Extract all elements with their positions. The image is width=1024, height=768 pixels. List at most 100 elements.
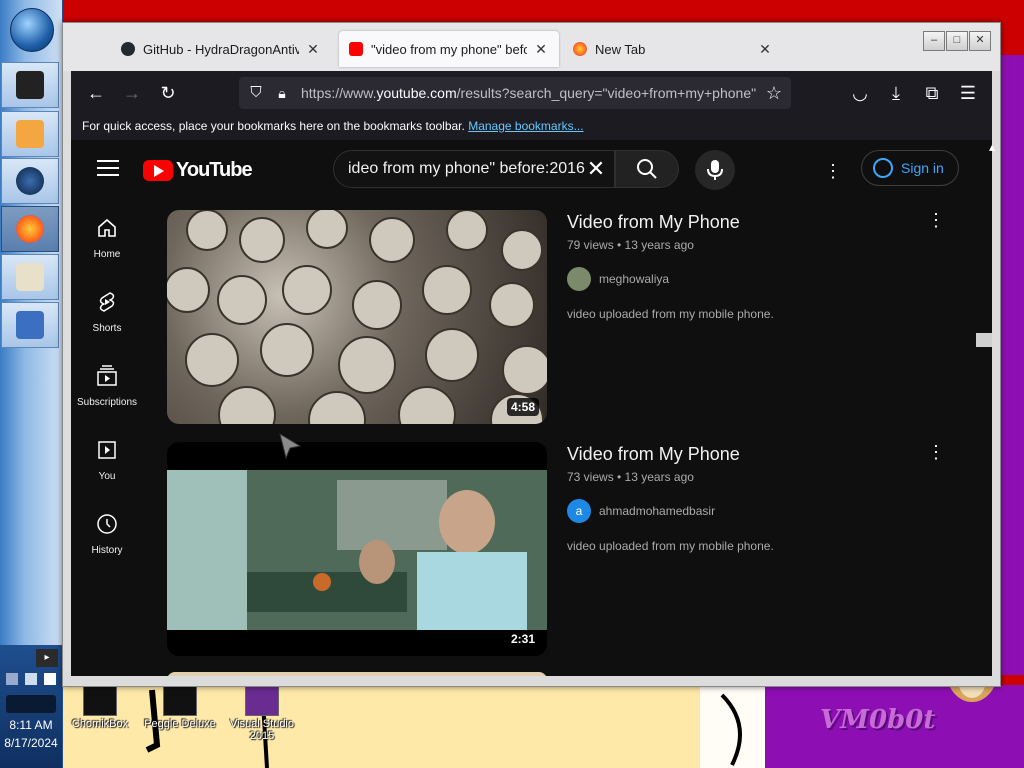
taskbar-firefox-button[interactable] (1, 206, 59, 252)
peggle-icon (163, 686, 197, 716)
desktop-icon-chomikbox[interactable]: ChomikBox (60, 686, 140, 730)
tab-title: GitHub - HydraDragonAntivirus (143, 41, 299, 57)
youtube-sidebar: Home Shorts Subscriptions You History (71, 202, 143, 676)
video-duration: 2:31 (506, 630, 539, 648)
back-arrow-icon[interactable]: ← (85, 82, 107, 104)
close-tab-icon[interactable]: ✕ (757, 41, 773, 58)
sign-in-label: Sign in (901, 160, 944, 176)
hamburger-menu-icon[interactable] (97, 160, 119, 178)
sidebar-item-label: Subscriptions (76, 397, 138, 408)
taskbar-media-player-button[interactable] (1, 111, 59, 157)
forward-arrow-icon[interactable]: → (121, 82, 143, 104)
home-icon (98, 218, 116, 237)
taskbar-remote-desktop-button[interactable] (1, 302, 59, 348)
youtube-logo-text: YouTube (176, 158, 253, 181)
taskbar-globe-button[interactable] (1, 158, 59, 204)
desktop-icon-peggle[interactable]: Peggle Deluxe (140, 686, 220, 730)
desktop-wallpaper-purple-strip (1000, 55, 1024, 675)
close-tab-icon[interactable]: ✕ (533, 41, 549, 58)
sign-in-button[interactable]: Sign in (861, 150, 959, 186)
voice-search-button[interactable] (695, 150, 735, 190)
app-menu-icon[interactable]: ☰ (957, 82, 979, 104)
taskbar: ▸ 8:11 AM 8/17/2024 (0, 0, 63, 768)
sidebar-item-you[interactable]: You (71, 424, 143, 498)
lock-icon[interactable]: 🔒︎ (271, 82, 293, 104)
video-result[interactable]: 2:31 Video from My Phone 73 views • 13 y… (167, 442, 992, 658)
tray-status-icon[interactable] (6, 695, 56, 713)
sidebar-item-home[interactable]: Home (71, 202, 143, 276)
desktop-icon-label: Peggle Deluxe (144, 718, 216, 730)
close-tab-icon[interactable]: ✕ (305, 41, 321, 58)
taskbar-paint-button[interactable] (1, 254, 59, 300)
firefox-icon (16, 215, 44, 243)
video-meta: 79 views • 13 years ago (567, 238, 694, 252)
power-icon[interactable] (44, 673, 57, 685)
video-result[interactable]: 4:58 Video from My Phone 79 views • 13 y… (167, 210, 992, 426)
tab-title: New Tab (595, 41, 646, 57)
sidebar-item-shorts[interactable]: Shorts (71, 276, 143, 350)
video-description: video uploaded from my mobile phone. (567, 307, 774, 321)
video-thumbnail[interactable]: 4:58 (167, 210, 547, 424)
video-channel[interactable]: a ahmadmohamedbasir (567, 499, 715, 523)
video-title[interactable]: Video from My Phone (567, 444, 740, 465)
close-window-button[interactable]: ✕ (969, 31, 991, 51)
paint-palette-icon (16, 263, 44, 291)
sidebar-item-history[interactable]: History (71, 498, 143, 572)
channel-name[interactable]: meghowaliya (599, 272, 669, 286)
pocket-icon[interactable]: ◡ (849, 82, 871, 104)
browser-window: GitHub - HydraDragonAntivirus ✕ "video f… (62, 22, 1001, 687)
sidebar-item-subscriptions[interactable]: Subscriptions (71, 350, 143, 424)
page-scrollbar-thumb[interactable] (976, 333, 992, 347)
video-thumbnail[interactable]: 2:31 (167, 442, 547, 656)
tab-youtube-search[interactable]: "video from my phone" before:2016 ✕ (339, 31, 559, 67)
maximize-button[interactable]: □ (946, 31, 968, 51)
tab-github[interactable]: GitHub - HydraDragonAntivirus ✕ (111, 31, 331, 67)
start-button[interactable] (10, 8, 54, 52)
youtube-page: YouTube ideo from my phone" before:2016 … (71, 140, 992, 676)
url-text[interactable]: https://www.youtube.com/results?search_q… (301, 85, 756, 101)
video-thumbnail-partial[interactable] (167, 672, 547, 676)
sidebar-item-label: Home (93, 249, 121, 260)
tray-icons (6, 673, 58, 689)
video-options-icon[interactable]: ⋮ (927, 442, 945, 462)
video-description: video uploaded from my mobile phone. (567, 539, 774, 553)
manage-bookmarks-link[interactable]: Manage bookmarks... (468, 119, 583, 133)
address-bar[interactable]: ⛉ 🔒︎ https://www.youtube.com/results?sea… (239, 77, 791, 109)
youtube-logo[interactable]: YouTube (143, 158, 253, 182)
globe-icon (16, 167, 44, 195)
clock-date[interactable]: 8/17/2024 (0, 736, 62, 750)
shield-icon[interactable]: ⛉ (245, 82, 267, 104)
search-box[interactable]: ideo from my phone" before:2016 ✕ (333, 150, 615, 188)
remote-desktop-icon (16, 311, 44, 339)
search-button[interactable] (615, 150, 679, 188)
tray-expand-button[interactable]: ▸ (36, 649, 58, 667)
avatar[interactable]: a (567, 499, 591, 523)
video-title[interactable]: Video from My Phone (567, 212, 740, 233)
volume-icon[interactable] (25, 673, 38, 685)
tab-new-tab[interactable]: New Tab ✕ (563, 31, 783, 67)
search-input[interactable]: ideo from my phone" before:2016 (348, 160, 588, 178)
channel-name[interactable]: ahmadmohamedbasir (599, 504, 715, 518)
video-channel[interactable]: meghowaliya (567, 267, 669, 291)
downloads-icon[interactable]: ⤓ (885, 82, 907, 104)
avatar[interactable] (567, 267, 591, 291)
bookmark-star-icon[interactable]: ☆ (763, 82, 785, 104)
reload-icon[interactable]: ↻ (157, 82, 179, 104)
video-options-icon[interactable]: ⋮ (927, 210, 945, 230)
desktop-watermark: VM0b0t (820, 705, 936, 735)
desktop-icon-visual-studio[interactable]: Visual Studio 2015 (222, 686, 302, 742)
extensions-icon[interactable]: ⧉ (921, 82, 943, 104)
video-duration: 4:58 (506, 398, 539, 416)
shorts-icon (99, 292, 115, 312)
settings-more-icon[interactable]: ⋮ (823, 160, 843, 182)
sidebar-item-label: You (98, 471, 116, 482)
network-icon[interactable] (6, 673, 18, 685)
minimize-button[interactable]: – (923, 31, 945, 51)
github-icon (121, 42, 135, 56)
scroll-up-icon[interactable]: ▴ (984, 140, 1000, 156)
clear-search-icon[interactable]: ✕ (584, 157, 608, 181)
clock-time[interactable]: 8:11 AM (0, 718, 62, 732)
taskbar-terminal-button[interactable] (1, 62, 59, 108)
youtube-icon (349, 42, 363, 56)
tab-bar: GitHub - HydraDragonAntivirus ✕ "video f… (63, 23, 1000, 71)
